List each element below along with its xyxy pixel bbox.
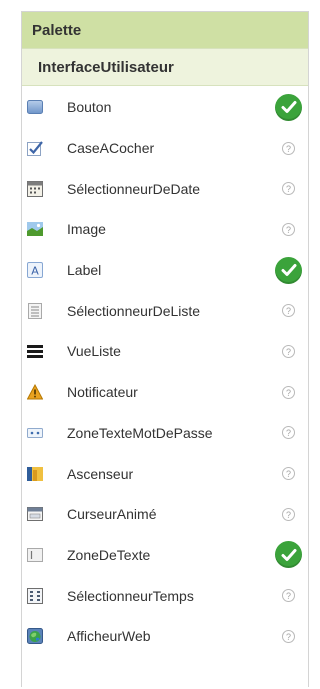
palette-item-bouton[interactable]: Bouton [22, 87, 308, 128]
palette-item-selectionneurdeliste[interactable]: SélectionneurDeListe ? [22, 290, 308, 331]
palette-item-curseuranime[interactable]: CurseurAnimé ? [22, 494, 308, 535]
palette-item-selectionneurtemps[interactable]: SélectionneurTemps ? [22, 575, 308, 616]
help-icon[interactable]: ? [282, 426, 295, 440]
palette-item-label: CaseACocher [67, 140, 155, 157]
palette-item-zonedetexte[interactable]: ZoneDeTexte [22, 535, 308, 576]
category-title: InterfaceUtilisateur [38, 58, 174, 76]
palette-item-label: CurseurAnimé [67, 506, 157, 523]
palette-item-label: Bouton [67, 99, 112, 116]
svg-text:A: A [31, 265, 39, 278]
textbox-icon [27, 547, 43, 563]
help-icon[interactable]: ? [282, 467, 295, 481]
help-icon[interactable]: ? [282, 344, 295, 358]
check-icon [275, 256, 302, 284]
check-icon [275, 93, 302, 121]
button-icon [27, 99, 43, 115]
palette-item-afficheurweb[interactable]: AfficheurWeb ? [22, 616, 308, 657]
palette-item-label: VueListe [67, 343, 121, 360]
spinner-icon [27, 506, 43, 522]
check-icon [275, 541, 302, 569]
palette-item-label: SélectionneurDeDate [67, 180, 201, 197]
image-icon [27, 221, 43, 237]
palette-item-zonetextemotdepasse[interactable]: ZoneTexteMotDePasse ? [22, 413, 308, 454]
webviewer-icon [27, 628, 43, 645]
palette-panel: Palette InterfaceUtilisateur Bouton Case… [21, 11, 309, 687]
help-icon[interactable]: ? [282, 589, 295, 603]
palette-item-label: Image [67, 221, 106, 238]
palette-item-label: AfficheurWeb [67, 628, 151, 645]
listview-icon [27, 343, 43, 359]
palette-item-label[interactable]: A Label [22, 250, 308, 291]
palette-item-label: Notificateur [67, 384, 138, 401]
palette-title: Palette [32, 21, 82, 39]
passwordtextbox-icon [27, 425, 43, 441]
help-icon[interactable]: ? [282, 507, 295, 521]
help-icon[interactable]: ? [282, 385, 295, 399]
palette-item-image[interactable]: Image ? [22, 209, 308, 250]
slider-icon [27, 466, 43, 482]
notifier-icon [27, 384, 43, 400]
component-list: Bouton CaseACocher ? SélectionneurDeDate… [22, 86, 308, 657]
palette-item-vueliste[interactable]: VueListe ? [22, 331, 308, 372]
help-icon[interactable]: ? [282, 182, 295, 196]
palette-item-selectionneurdedate[interactable]: SélectionneurDeDate ? [22, 168, 308, 209]
datepicker-icon [27, 180, 43, 197]
help-icon[interactable]: ? [282, 222, 295, 236]
palette-item-label: ZoneTexteMotDePasse [67, 424, 213, 441]
palette-item-label: Ascenseur [67, 465, 134, 482]
checkbox-icon [27, 140, 43, 157]
timepicker-icon [27, 587, 43, 604]
category-header[interactable]: InterfaceUtilisateur [22, 48, 308, 86]
help-icon[interactable]: ? [282, 304, 295, 318]
palette-header: Palette [22, 12, 308, 48]
palette-item-label: ZoneDeTexte [67, 546, 151, 563]
help-icon[interactable]: ? [282, 629, 295, 643]
palette-item-label-text: Label [67, 262, 102, 279]
palette-item-notificateur[interactable]: Notificateur ? [22, 372, 308, 413]
listpicker-icon [27, 302, 43, 319]
palette-item-ascenseur[interactable]: Ascenseur ? [22, 453, 308, 494]
palette-item-caseacocher[interactable]: CaseACocher ? [22, 128, 308, 169]
label-icon: A [27, 262, 43, 279]
help-icon[interactable]: ? [282, 141, 295, 155]
palette-item-label: SélectionneurDeListe [67, 302, 201, 319]
palette-item-label: SélectionneurTemps [67, 587, 194, 604]
